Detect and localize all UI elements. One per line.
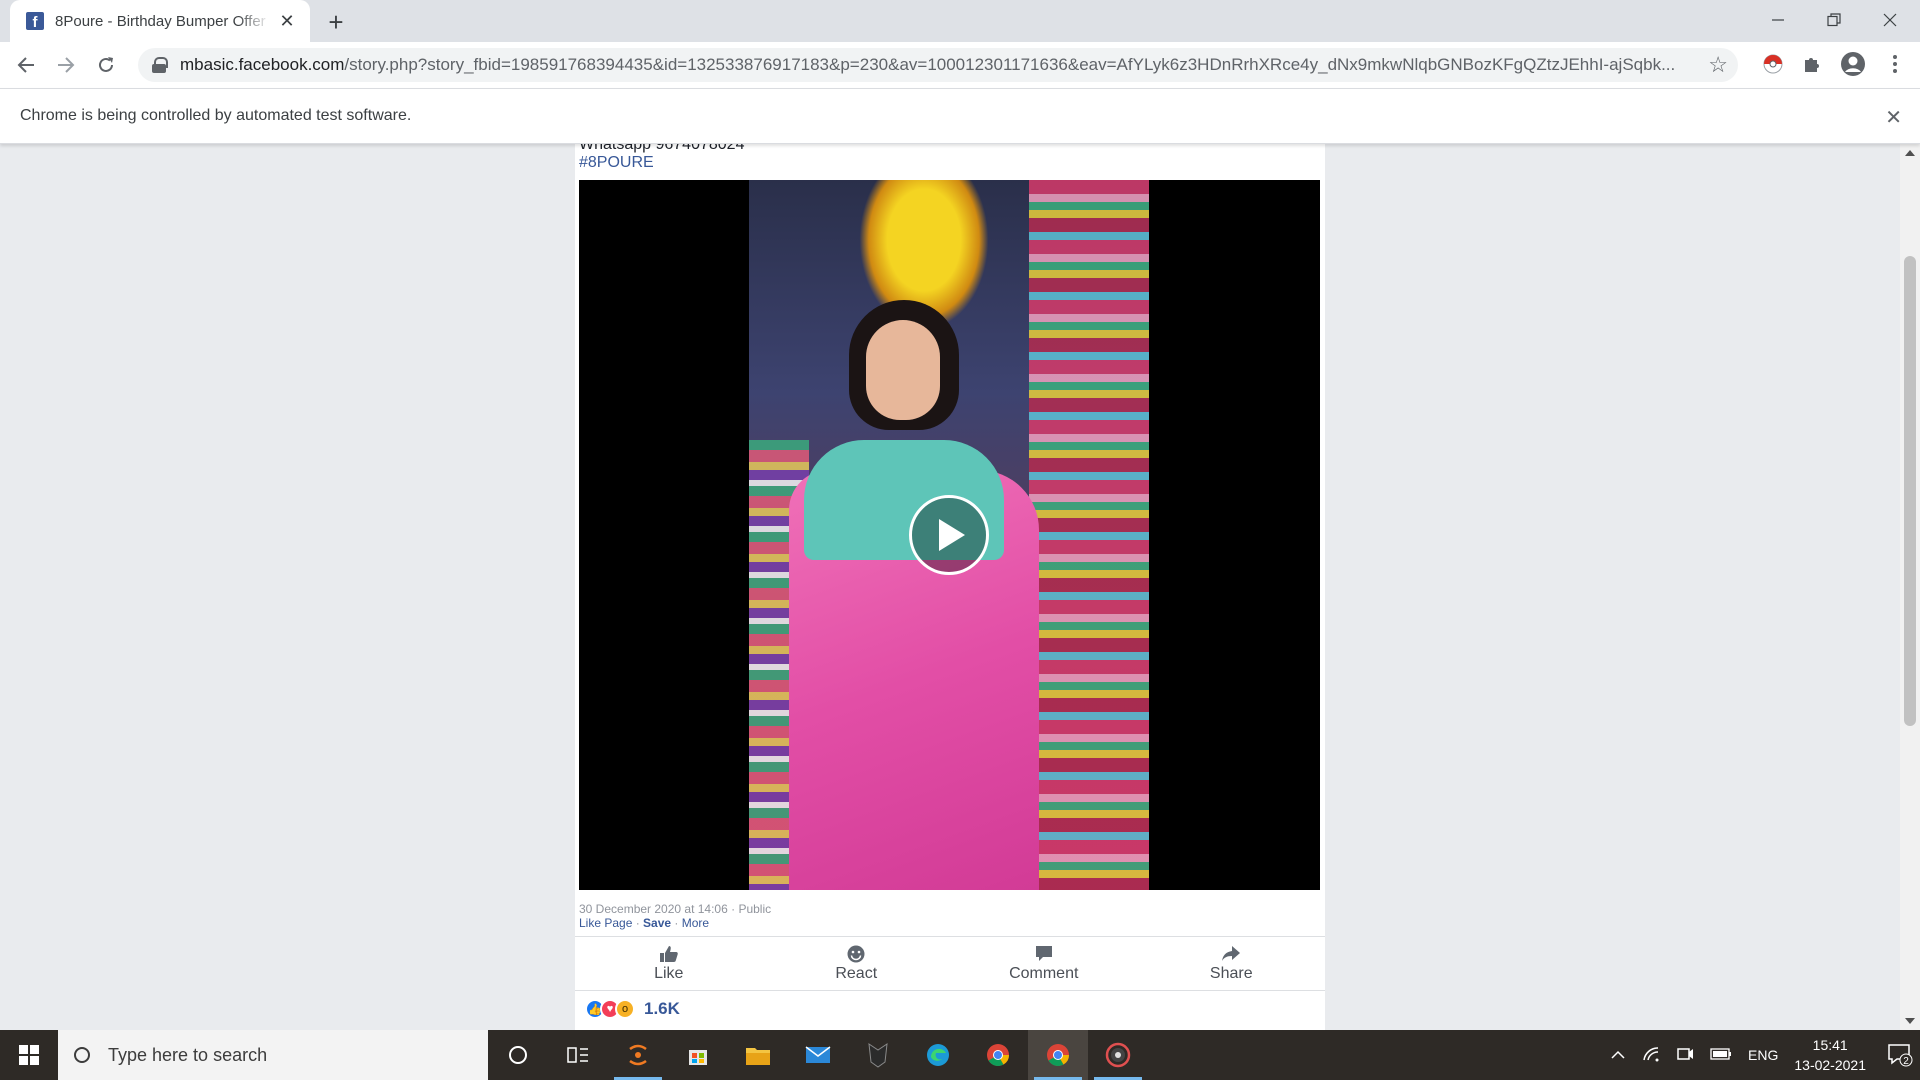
edge-icon[interactable] (908, 1030, 968, 1080)
post-timestamp[interactable]: 30 December 2020 at 14:06 (579, 902, 728, 916)
address-bar[interactable]: mbasic.facebook.com/story.php?story_fbid… (138, 48, 1738, 82)
profile-icon[interactable] (1838, 49, 1868, 79)
battery-icon[interactable] (1710, 1047, 1732, 1063)
more-link[interactable]: More (682, 916, 709, 930)
chevron-up-icon[interactable] (1610, 1047, 1626, 1063)
notification-icon: 2 (1888, 1044, 1913, 1067)
star-icon[interactable]: ☆ (1708, 52, 1728, 78)
infobar-text: Chrome is being controlled by automated … (20, 107, 412, 124)
wifi-icon[interactable] (1642, 1046, 1660, 1065)
url-text: mbasic.facebook.com/story.php?story_fbid… (180, 55, 1676, 74)
menu-icon[interactable] (1880, 49, 1910, 79)
windows-taskbar: Type here to search ENG 15:41 13-02-2021… (0, 1030, 1920, 1080)
store-icon[interactable] (668, 1030, 728, 1080)
app-icon-orange[interactable] (608, 1030, 668, 1080)
language-indicator[interactable]: ENG (1748, 1047, 1778, 1063)
restore-icon[interactable] (1806, 0, 1862, 40)
post-privacy: Public (738, 902, 772, 916)
play-icon[interactable] (909, 495, 989, 575)
scroll-down-icon[interactable] (1905, 1018, 1915, 1024)
search-placeholder: Type here to search (108, 1044, 268, 1065)
browser-toolbar: mbasic.facebook.com/story.php?story_fbid… (0, 42, 1920, 88)
file-explorer-icon[interactable] (728, 1030, 788, 1080)
react-label: React (835, 964, 878, 982)
new-tab-plus-icon[interactable]: + (322, 7, 350, 37)
mail-icon[interactable] (788, 1030, 848, 1080)
tab-strip: f 8Poure - Birthday Bumper Offer F ✕ + (0, 0, 1920, 42)
comment-label: Comment (1009, 964, 1079, 982)
start-button[interactable] (0, 1030, 58, 1080)
page-viewport: Whatsapp 9674078024 #8POURE 30 December … (0, 144, 1900, 1030)
post-links: Like Page · Save · More (579, 916, 710, 930)
react-button[interactable]: React (763, 937, 951, 990)
automation-infobar: Chrome is being controlled by automated … (0, 88, 1920, 144)
browser-tab[interactable]: f 8Poure - Birthday Bumper Offer F ✕ (10, 0, 310, 42)
like-label: Like (654, 964, 684, 982)
extension-icon[interactable] (1797, 49, 1827, 79)
media-app-icon[interactable] (1088, 1030, 1148, 1080)
tab-close-icon[interactable]: ✕ (276, 10, 298, 32)
facebook-favicon-icon: f (26, 12, 44, 30)
reaction-count: 1.6K (644, 999, 680, 1018)
clock-date: 13-02-2021 (1794, 1057, 1866, 1073)
window-close-icon[interactable] (1862, 0, 1918, 40)
share-icon (1222, 945, 1241, 961)
save-link[interactable]: Save (643, 916, 671, 930)
forward-icon[interactable] (50, 49, 82, 81)
lock-icon (152, 57, 168, 73)
wow-reaction-icon: o (615, 999, 635, 1019)
meet-now-icon[interactable] (1676, 1046, 1694, 1065)
extension-badge-icon[interactable] (1758, 49, 1788, 79)
task-view-icon[interactable] (548, 1030, 608, 1080)
windows-icon (19, 1045, 39, 1065)
chrome-active-icon[interactable] (1028, 1030, 1088, 1080)
react-icon (847, 945, 865, 962)
reload-icon[interactable] (90, 49, 122, 81)
hashtag-link[interactable]: #8POURE (579, 154, 654, 172)
page-scrollbar[interactable] (1900, 144, 1920, 1030)
taskbar-search[interactable]: Type here to search (58, 1030, 488, 1080)
scrollbar-thumb[interactable] (1904, 256, 1916, 726)
post-action-bar: Like React Comment Share (575, 936, 1325, 991)
clock-time: 15:41 (1812, 1037, 1848, 1053)
game-app-icon[interactable] (848, 1030, 908, 1080)
comment-button[interactable]: Comment (950, 937, 1138, 990)
like-button[interactable]: Like (575, 937, 763, 990)
infobar-close-icon[interactable]: ✕ (1885, 105, 1902, 130)
notification-center[interactable]: 2 (1880, 1030, 1920, 1080)
share-label: Share (1209, 964, 1253, 982)
post-meta: 30 December 2020 at 14:06 · Public (579, 902, 772, 916)
facebook-post: Whatsapp 9674078024 #8POURE 30 December … (575, 144, 1325, 1030)
comment-icon (1035, 945, 1052, 961)
reaction-summary[interactable]: 👍 ♥ o 1.6K (585, 999, 680, 1019)
minimize-icon[interactable] (1750, 0, 1806, 40)
back-icon[interactable] (10, 49, 42, 81)
svg-text:2: 2 (1903, 1056, 1909, 1067)
system-tray: ENG 15:41 13-02-2021 2 (1602, 1030, 1920, 1080)
chrome-icon[interactable] (968, 1030, 1028, 1080)
post-text: Whatsapp 9674078024 (579, 144, 745, 153)
like-icon (659, 945, 678, 962)
cortana-icon[interactable] (488, 1030, 548, 1080)
search-icon (74, 1047, 90, 1063)
clock[interactable]: 15:41 13-02-2021 (1794, 1035, 1866, 1075)
tab-title: 8Poure - Birthday Bumper Offer F (55, 12, 270, 30)
video-player[interactable] (579, 180, 1320, 890)
like-page-link[interactable]: Like Page (579, 916, 632, 930)
share-button[interactable]: Share (1138, 937, 1326, 990)
scroll-up-icon[interactable] (1905, 150, 1915, 156)
